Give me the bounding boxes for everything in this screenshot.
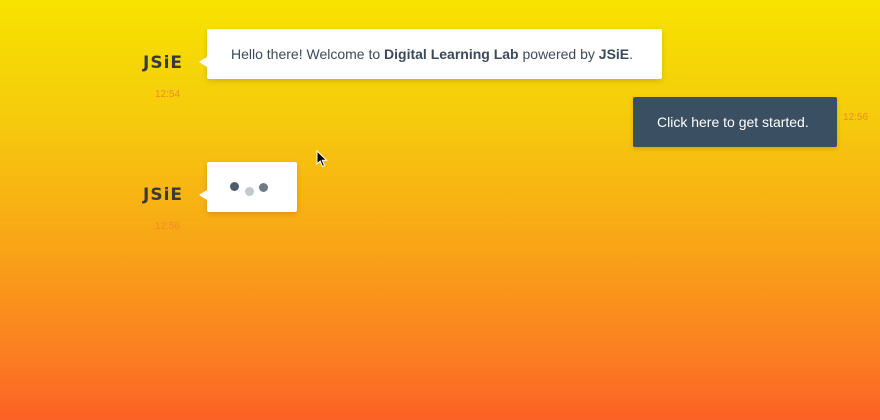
text-segment: powered by bbox=[518, 46, 599, 62]
bot-avatar: JSiE bbox=[143, 185, 184, 205]
message-timestamp: 12:54 bbox=[155, 89, 181, 100]
brand-name: Digital Learning Lab bbox=[384, 46, 519, 62]
typing-dot bbox=[230, 182, 239, 191]
typing-dot bbox=[259, 183, 268, 192]
message-timestamp: 12:56 bbox=[155, 221, 181, 232]
typing-indicator-bubble bbox=[199, 162, 297, 212]
text-segment: Hello there! Welcome to bbox=[231, 46, 385, 62]
text-segment: . bbox=[629, 46, 634, 62]
get-started-button[interactable]: Click here to get started. bbox=[633, 97, 837, 147]
brand-name: JSiE bbox=[598, 46, 630, 62]
mouse-pointer-icon bbox=[316, 150, 328, 168]
get-started-label: Click here to get started. bbox=[657, 114, 809, 130]
message-timestamp: 12:56 bbox=[843, 112, 869, 123]
typing-dot bbox=[245, 187, 254, 196]
bot-message-bubble: Hello there! Welcome to Digital Learning… bbox=[199, 29, 662, 79]
bot-avatar: JSiE bbox=[143, 53, 184, 73]
bot-message-text: Hello there! Welcome to Digital Learning… bbox=[231, 44, 633, 64]
